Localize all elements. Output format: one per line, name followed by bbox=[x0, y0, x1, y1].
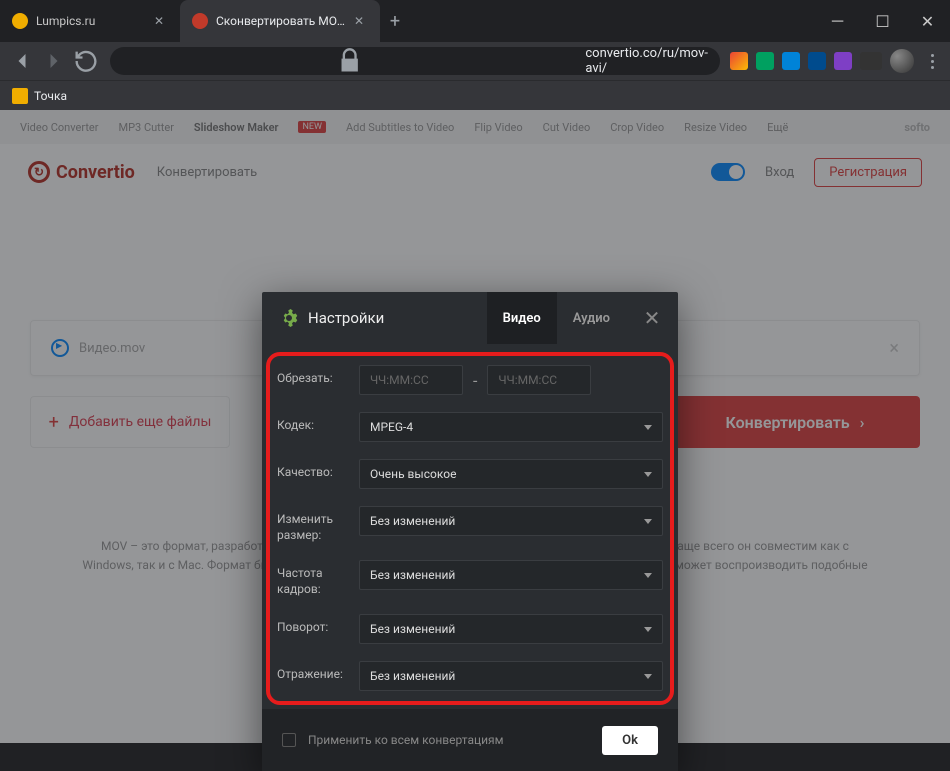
favicon-icon bbox=[12, 13, 28, 29]
tab-title: Lumpics.ru bbox=[36, 14, 146, 28]
browser-tab-inactive[interactable]: Lumpics.ru ✕ bbox=[0, 0, 180, 42]
favicon-icon bbox=[192, 13, 208, 29]
extension-icon[interactable] bbox=[756, 52, 774, 70]
close-modal-button[interactable]: ✕ bbox=[626, 292, 678, 344]
back-button[interactable] bbox=[8, 47, 36, 75]
label-quality: Качество: bbox=[277, 459, 359, 481]
bookmarks-bar: Точка bbox=[0, 80, 950, 110]
fps-select[interactable]: Без изменений bbox=[359, 560, 663, 590]
url-text: convertio.co/ru/mov-avi/ bbox=[585, 46, 708, 76]
quality-select[interactable]: Очень высокое bbox=[359, 459, 663, 489]
profile-avatar[interactable] bbox=[890, 49, 914, 73]
forward-button[interactable] bbox=[40, 47, 68, 75]
cut-end-input[interactable]: ЧЧ:ММ:СС bbox=[487, 365, 591, 395]
label-rotate: Поворот: bbox=[277, 614, 359, 636]
cut-start-input[interactable]: ЧЧ:ММ:СС bbox=[359, 365, 463, 395]
maximize-button[interactable]: ☐ bbox=[860, 0, 905, 42]
tab-title: Сконвертировать MOV в AVI он bbox=[216, 14, 346, 28]
window-titlebar: Lumpics.ru ✕ Сконвертировать MOV в AVI о… bbox=[0, 0, 950, 42]
close-icon[interactable]: ✕ bbox=[354, 14, 368, 28]
tab-audio[interactable]: Аудио bbox=[557, 292, 626, 344]
settings-modal: Настройки Видео Аудио ✕ Обрезать: ЧЧ:ММ:… bbox=[262, 292, 678, 771]
lock-icon bbox=[122, 47, 577, 75]
browser-toolbar: convertio.co/ru/mov-avi/ bbox=[0, 42, 950, 80]
label-cut: Обрезать: bbox=[277, 365, 359, 387]
codec-select[interactable]: MPEG-4 bbox=[359, 412, 663, 442]
bookmark-item[interactable]: Точка bbox=[34, 89, 67, 103]
extension-icons bbox=[730, 49, 942, 73]
reload-button[interactable] bbox=[72, 47, 100, 75]
browser-menu-button[interactable] bbox=[922, 54, 942, 69]
resize-select[interactable]: Без изменений bbox=[359, 506, 663, 536]
modal-header: Настройки Видео Аудио ✕ bbox=[262, 292, 678, 344]
label-flip: Отражение: bbox=[277, 661, 359, 683]
close-icon[interactable]: ✕ bbox=[154, 14, 168, 28]
apply-all-label: Применить ко всем конвертациям bbox=[308, 733, 590, 747]
close-window-button[interactable]: ✕ bbox=[905, 0, 950, 42]
extension-icon[interactable] bbox=[730, 52, 748, 70]
address-bar[interactable]: convertio.co/ru/mov-avi/ bbox=[110, 47, 720, 75]
apply-all-checkbox[interactable] bbox=[282, 733, 296, 747]
extension-icon[interactable] bbox=[782, 52, 800, 70]
extension-icon[interactable] bbox=[834, 52, 852, 70]
extension-icon[interactable] bbox=[860, 52, 882, 70]
modal-footer: Применить ко всем конвертациям Ok bbox=[262, 709, 678, 771]
label-codec: Кодек: bbox=[277, 412, 359, 434]
flip-select[interactable]: Без изменений bbox=[359, 661, 663, 691]
rotate-select[interactable]: Без изменений bbox=[359, 614, 663, 644]
ok-button[interactable]: Ok bbox=[602, 726, 658, 755]
add-tab-button[interactable]: + bbox=[380, 0, 410, 42]
extension-icon[interactable] bbox=[808, 52, 826, 70]
minimize-button[interactable]: ─ bbox=[815, 0, 860, 42]
modal-body: Обрезать: ЧЧ:ММ:СС - ЧЧ:ММ:СС Кодек: MPE… bbox=[262, 344, 678, 709]
modal-title: Настройки bbox=[308, 309, 384, 327]
dash-separator: - bbox=[473, 371, 477, 390]
label-fps: Частота кадров: bbox=[277, 560, 359, 597]
browser-tab-active[interactable]: Сконвертировать MOV в AVI он ✕ bbox=[180, 0, 380, 42]
label-resize: Изменить размер: bbox=[277, 506, 359, 543]
tab-video[interactable]: Видео bbox=[487, 292, 557, 344]
page-content: Video Converter MP3 Cutter Slideshow Mak… bbox=[0, 110, 950, 743]
gear-icon bbox=[280, 309, 298, 327]
bookmark-icon bbox=[12, 88, 28, 104]
